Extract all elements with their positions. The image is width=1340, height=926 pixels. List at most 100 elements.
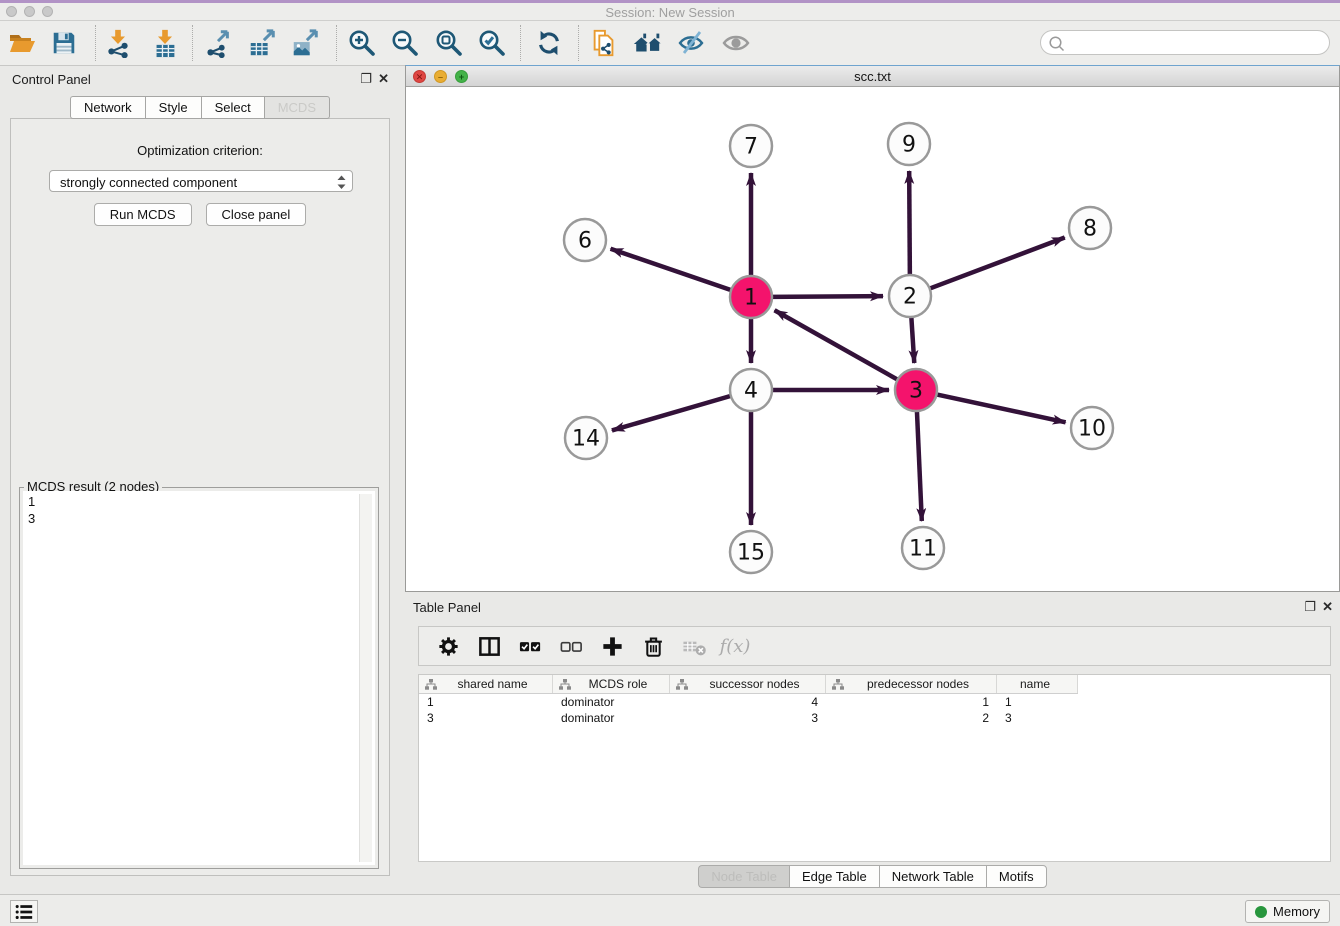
export-image-button[interactable] <box>285 23 325 63</box>
close-table-panel-icon[interactable]: ✕ <box>1322 599 1333 615</box>
column-header[interactable]: name <box>997 675 1078 693</box>
tab-network-table[interactable]: Network Table <box>879 865 986 888</box>
search-box[interactable] <box>1040 30 1330 55</box>
gear-icon <box>436 634 461 659</box>
node-11[interactable]: 11 <box>902 527 944 569</box>
export-table-button[interactable] <box>242 23 282 63</box>
edge-1-2[interactable] <box>772 296 883 297</box>
save-session-button[interactable] <box>44 23 84 63</box>
tab-network[interactable]: Network <box>70 96 145 119</box>
criterion-select[interactable]: strongly connected component <box>49 170 353 192</box>
tab-mcds[interactable]: MCDS <box>264 96 330 119</box>
import-table-button[interactable] <box>145 23 185 63</box>
network-graph[interactable]: 7 9 6 8 1 2 4 3 14 10 15 11 <box>406 87 1339 591</box>
float-panel-icon[interactable]: ❐ <box>360 71 372 87</box>
open-session-button[interactable] <box>2 23 42 63</box>
edge-2-8[interactable] <box>930 238 1065 289</box>
run-mcds-button[interactable]: Run MCDS <box>94 203 192 226</box>
tab-style[interactable]: Style <box>145 96 201 119</box>
import-network-button[interactable] <box>98 23 138 63</box>
optimization-criterion-label: Optimization criterion: <box>11 143 389 158</box>
node-6[interactable]: 6 <box>564 219 606 261</box>
tab-edge-table[interactable]: Edge Table <box>789 865 879 888</box>
deselect-all-columns-button[interactable] <box>557 632 585 660</box>
close-mcds-panel-button[interactable]: Close panel <box>206 203 307 226</box>
show-column-panel-button[interactable] <box>475 632 503 660</box>
task-list-icon <box>13 902 35 922</box>
tab-node-table[interactable]: Node Table <box>698 865 789 888</box>
search-input[interactable] <box>1067 32 1322 53</box>
zoom-fit-button[interactable] <box>429 23 469 63</box>
edge-2-9[interactable] <box>909 171 910 275</box>
toolbar-separator <box>192 25 193 61</box>
edge-1-6[interactable] <box>611 249 732 290</box>
node-4[interactable]: 4 <box>730 369 772 411</box>
toolbar-separator <box>520 25 521 61</box>
edge-2-3[interactable] <box>911 317 914 363</box>
edge-3-1[interactable] <box>775 310 898 379</box>
svg-text:14: 14 <box>572 427 600 452</box>
svg-text:8: 8 <box>1083 217 1097 242</box>
checked-boxes-icon <box>518 634 543 659</box>
function-builder-button[interactable]: f(x) <box>721 632 749 660</box>
zoom-in-button[interactable] <box>342 23 382 63</box>
window-title: Session: New Session <box>0 5 1340 20</box>
table-settings-button[interactable] <box>434 632 462 660</box>
delete-table-button[interactable] <box>680 632 708 660</box>
toolbar-separator <box>95 25 96 61</box>
svg-text:11: 11 <box>909 537 937 562</box>
node-7[interactable]: 7 <box>730 125 772 167</box>
float-table-panel-icon[interactable]: ❐ <box>1304 599 1316 615</box>
node-14[interactable]: 14 <box>565 417 607 459</box>
first-neighbors-button[interactable] <box>628 23 668 63</box>
table-row[interactable]: 3dominator323 <box>419 710 1330 726</box>
delete-column-button[interactable] <box>639 632 667 660</box>
export-table-icon <box>247 28 277 58</box>
node-8[interactable]: 8 <box>1069 207 1111 249</box>
network-window-titlebar[interactable]: ✕ – + scc.txt <box>406 66 1339 87</box>
node-2[interactable]: 2 <box>889 275 931 317</box>
task-history-button[interactable] <box>10 900 38 923</box>
zoom-out-button[interactable] <box>385 23 425 63</box>
node-15[interactable]: 15 <box>730 531 772 573</box>
edge-3-10[interactable] <box>937 394 1066 422</box>
node-9[interactable]: 9 <box>888 123 930 165</box>
column-header[interactable]: successor nodes <box>670 675 826 693</box>
close-panel-icon[interactable]: ✕ <box>378 71 389 87</box>
refresh-icon <box>535 29 563 57</box>
edge-3-11[interactable] <box>917 411 922 521</box>
edge-4-14[interactable] <box>612 396 731 431</box>
node-1[interactable]: 1 <box>730 276 772 318</box>
search-icon <box>1048 35 1066 53</box>
export-network-button[interactable] <box>198 23 238 63</box>
svg-text:9: 9 <box>902 133 916 158</box>
mcds-panel-body: Optimization criterion: strongly connect… <box>10 118 390 876</box>
mcds-result-list[interactable]: 1 3 <box>23 491 375 865</box>
table-row[interactable]: 1dominator411 <box>419 694 1330 710</box>
column-tree-icon <box>676 679 688 690</box>
open-folder-icon <box>7 28 37 58</box>
node-10[interactable]: 10 <box>1071 407 1113 449</box>
column-header[interactable]: predecessor nodes <box>826 675 997 693</box>
create-column-button[interactable] <box>598 632 626 660</box>
column-header[interactable]: MCDS role <box>553 675 670 693</box>
refresh-button[interactable] <box>529 23 569 63</box>
column-header[interactable]: shared name <box>419 675 553 693</box>
houses-icon <box>632 28 664 58</box>
hide-selected-button[interactable] <box>671 23 711 63</box>
select-all-columns-button[interactable] <box>516 632 544 660</box>
tab-select[interactable]: Select <box>201 96 264 119</box>
result-scrollbar[interactable] <box>359 494 372 862</box>
network-canvas[interactable]: 7 9 6 8 1 2 4 3 14 10 15 11 <box>406 87 1339 591</box>
tab-motifs[interactable]: Motifs <box>986 865 1047 888</box>
memory-button[interactable]: Memory <box>1245 900 1330 923</box>
node-table[interactable]: shared nameMCDS rolesuccessor nodesprede… <box>418 674 1331 862</box>
table-panel-header: Table Panel ❐ ✕ <box>405 596 1340 620</box>
show-all-button[interactable] <box>716 23 756 63</box>
clone-network-button[interactable] <box>584 23 624 63</box>
table-panel: Table Panel ❐ ✕ <box>405 596 1340 894</box>
node-3[interactable]: 3 <box>895 369 937 411</box>
zoom-selected-button[interactable] <box>472 23 512 63</box>
column-tree-icon <box>559 679 571 690</box>
column-tree-icon <box>425 679 437 690</box>
